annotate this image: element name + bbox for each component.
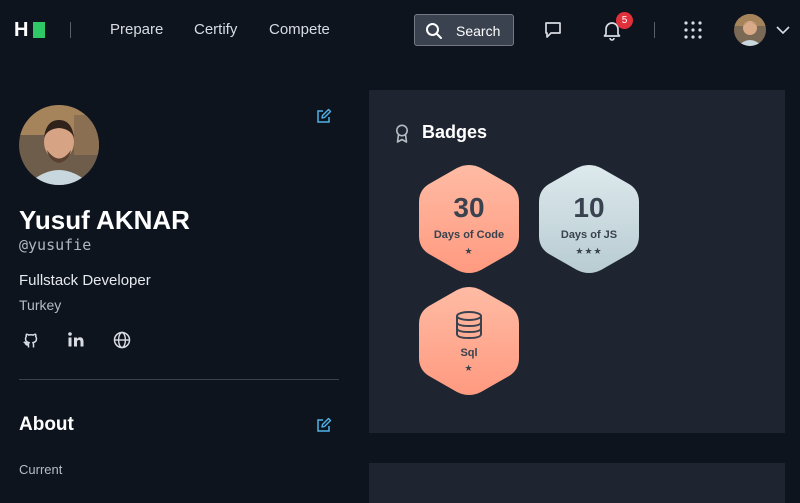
database-icon xyxy=(456,311,482,340)
chevron-down-icon[interactable] xyxy=(776,25,790,35)
notification-count-badge: 5 xyxy=(616,12,633,29)
badge-stars: ★ xyxy=(464,246,474,256)
profile-country: Turkey xyxy=(19,297,62,313)
github-icon[interactable] xyxy=(22,331,40,349)
user-avatar-menu[interactable] xyxy=(734,14,766,46)
nav-link-compete[interactable]: Compete xyxy=(269,21,330,38)
globe-icon[interactable] xyxy=(113,331,131,349)
nav-link-certify[interactable]: Certify xyxy=(194,21,237,38)
search-button[interactable]: Search xyxy=(414,14,514,46)
chat-icon[interactable] xyxy=(543,20,563,40)
about-current-label: Current xyxy=(19,462,63,477)
profile-photo xyxy=(19,105,99,185)
hackerrank-logo[interactable]: H xyxy=(14,19,46,41)
apps-grid-icon[interactable] xyxy=(684,21,702,39)
badge-stars: ★★★ xyxy=(575,246,603,256)
nav-divider-right xyxy=(654,22,655,38)
profile-job-title: Fullstack Developer xyxy=(19,272,151,289)
badge-count: 30 xyxy=(453,192,485,223)
badge-count: 10 xyxy=(573,192,605,223)
badge-hexagon xyxy=(419,287,519,395)
avatar-photo xyxy=(734,14,766,46)
badge-days-of-js[interactable]: 10 Days of JS ★★★ xyxy=(539,164,639,274)
search-button-label: Search xyxy=(456,23,501,39)
profile-avatar xyxy=(19,105,99,185)
badge-stars: ★ xyxy=(464,363,474,373)
edit-about-icon[interactable] xyxy=(316,417,332,433)
badge-days-of-code[interactable]: 30 Days of Code ★ xyxy=(419,164,519,274)
edit-profile-icon[interactable] xyxy=(316,108,332,124)
nav-link-prepare[interactable]: Prepare xyxy=(110,21,163,38)
badge-sql[interactable]: Sql ★ xyxy=(419,286,519,396)
badges-heading: Badges xyxy=(422,122,488,142)
profile-name: Yusuf AKNAR xyxy=(19,205,190,235)
next-section-card xyxy=(369,463,785,503)
search-icon xyxy=(426,23,442,39)
award-icon xyxy=(396,124,408,143)
badge-name: Sql xyxy=(460,347,478,359)
logo-letter: H xyxy=(14,19,29,41)
badge-name: Days of JS xyxy=(560,229,618,241)
profile-handle: @yusufie xyxy=(19,236,92,254)
profile-divider xyxy=(19,379,339,380)
nav-divider xyxy=(70,22,71,38)
top-navbar: H Prepare Certify Compete Search 5 xyxy=(0,0,800,60)
badges-card: Badges 30 Days of Code ★ 10 Days of JS ★… xyxy=(369,90,785,433)
linkedin-icon[interactable] xyxy=(67,331,85,349)
badge-name: Days of Code xyxy=(433,229,505,241)
logo-green-block xyxy=(33,22,45,38)
about-heading: About xyxy=(19,414,74,435)
